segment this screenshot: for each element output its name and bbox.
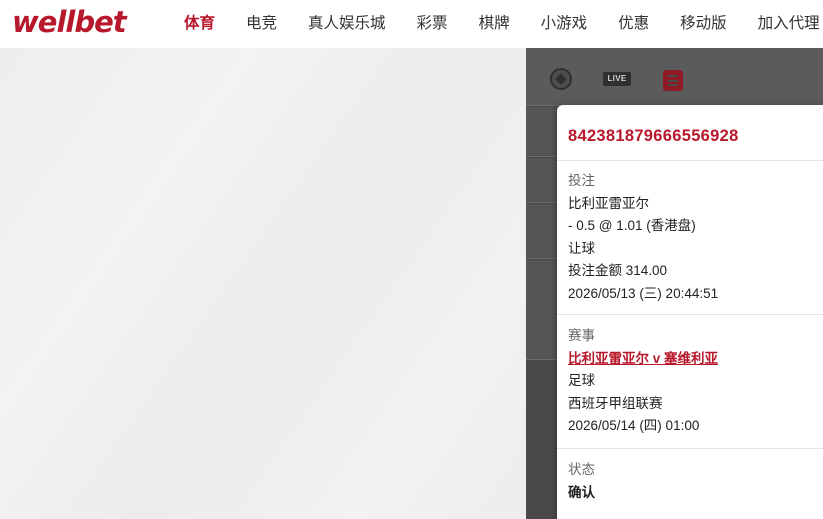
event-start-time: 2026/05/14 (四) 01:00 xyxy=(568,418,700,433)
top-navigation: wellbet 体育 电竞 真人娱乐城 彩票 棋牌 小游戏 优惠 移动版 加入代… xyxy=(0,0,823,48)
status-section: 状态 确认 xyxy=(568,459,595,504)
bet-detail-popup: 842381879666556928 投注 比利亚雷亚尔 - 0.5 @ 1.0… xyxy=(557,105,823,519)
main-content-background xyxy=(0,48,526,519)
bet-id: 842381879666556928 xyxy=(568,127,739,145)
nav-esports[interactable]: 电竞 xyxy=(246,0,277,48)
soccer-ball-icon[interactable] xyxy=(550,68,572,90)
event-section-label: 赛事 xyxy=(568,328,595,343)
nav-mini-games[interactable]: 小游戏 xyxy=(541,0,588,48)
divider xyxy=(557,448,823,449)
nav-lottery[interactable]: 彩票 xyxy=(417,0,448,48)
event-sport: 足球 xyxy=(568,373,595,388)
bet-section-label: 投注 xyxy=(568,173,595,188)
event-league: 西班牙甲组联赛 xyxy=(568,395,663,411)
status-value: 确认 xyxy=(568,484,595,500)
bet-section: 投注 比利亚雷亚尔 - 0.5 @ 1.01 (香港盘) 让球 投注金额 314… xyxy=(568,170,718,305)
event-match-link[interactable]: 比利亚雷亚尔 v 塞维利亚 xyxy=(568,348,718,371)
nav-card-games[interactable]: 棋牌 xyxy=(479,0,510,48)
bet-odds-line: - 0.5 @ 1.01 (香港盘) xyxy=(568,218,696,233)
event-section: 赛事 比利亚雷亚尔 v 塞维利亚 足球 西班牙甲组联赛 2026/05/14 (… xyxy=(568,325,718,438)
bet-stake: 投注金额 314.00 xyxy=(568,263,668,278)
nav-affiliate[interactable]: 加入代理 xyxy=(758,0,820,48)
live-icon[interactable]: LIVE xyxy=(603,72,631,86)
divider xyxy=(557,314,823,315)
nav-sports[interactable]: 体育 xyxy=(184,0,215,48)
bet-market: 让球 xyxy=(568,240,595,256)
panel-tab-bar: LIVE xyxy=(526,48,823,106)
divider xyxy=(557,160,823,161)
nav-live-casino[interactable]: 真人娱乐城 xyxy=(308,0,386,48)
nav-promotions[interactable]: 优惠 xyxy=(618,0,649,48)
status-label: 状态 xyxy=(568,462,595,477)
bet-slip-icon[interactable] xyxy=(663,70,683,91)
main-nav: 体育 电竞 真人娱乐城 彩票 棋牌 小游戏 优惠 移动版 加入代理 xyxy=(184,0,823,48)
nav-mobile[interactable]: 移动版 xyxy=(680,0,727,48)
wellbet-logo[interactable]: wellbet xyxy=(12,4,127,40)
bet-selection: 比利亚雷亚尔 xyxy=(568,195,649,211)
bet-placed-time: 2026/05/13 (三) 20:44:51 xyxy=(568,285,719,301)
page: wellbet 体育 电竞 真人娱乐城 彩票 棋牌 小游戏 优惠 移动版 加入代… xyxy=(0,0,823,519)
